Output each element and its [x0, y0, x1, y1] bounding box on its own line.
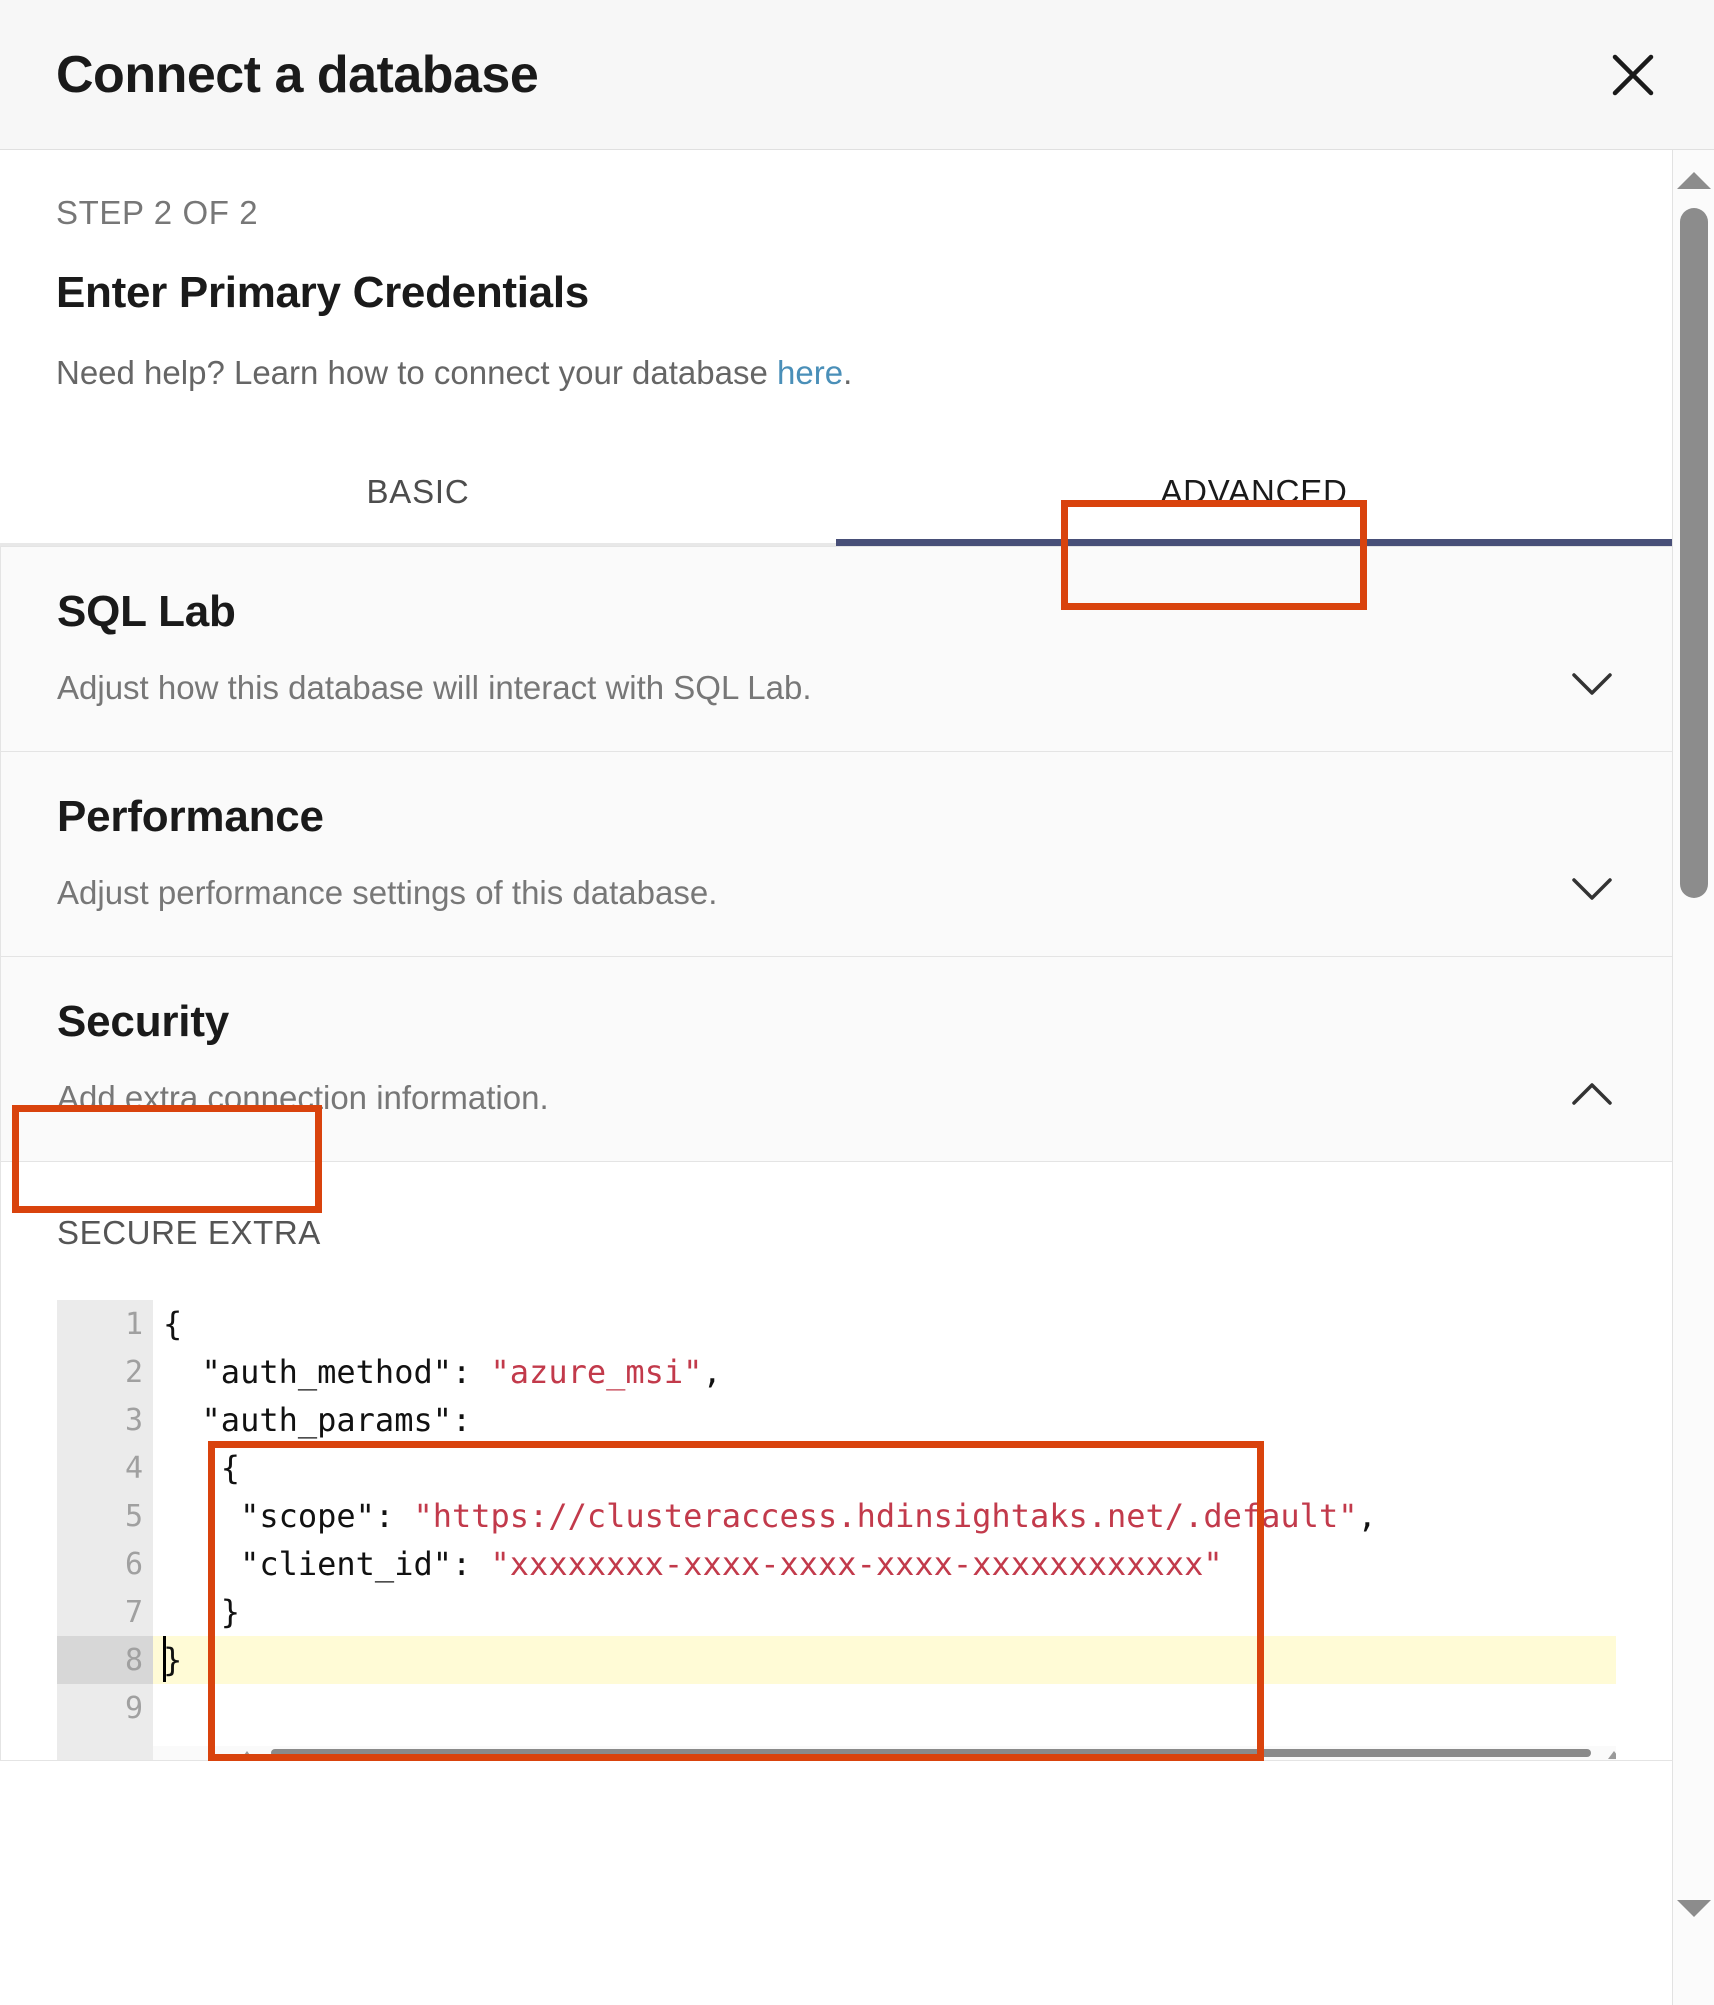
gutter-line-number[interactable]: 7 [57, 1588, 153, 1636]
help-text: Need help? Learn how to connect your dat… [56, 354, 1616, 392]
code-token: , [702, 1353, 721, 1391]
gutter-line-number[interactable]: 6 [57, 1540, 153, 1588]
section-security[interactable]: Security Add extra connection informatio… [0, 957, 1672, 1162]
chevron-down-icon[interactable] [1570, 669, 1614, 699]
code-string-token: "xxxxxxxx-xxxx-xxxx-xxxx-xxxxxxxxxxxx" [491, 1545, 1223, 1583]
text-cursor [163, 1636, 166, 1682]
line-number: 4 [125, 1451, 143, 1486]
section-sql-lab-subtitle: Adjust how this database will interact w… [57, 669, 1616, 707]
editor-hscroll-thumb[interactable] [271, 1749, 1591, 1757]
modal-body: STEP 2 OF 2 Enter Primary Credentials Ne… [0, 150, 1714, 2005]
code-line[interactable]: } [153, 1636, 1616, 1684]
code-string-token: "https://clusteraccess.hdinsightaks.net/… [413, 1497, 1357, 1535]
tab-advanced[interactable]: ADVANCED [836, 438, 1672, 546]
scroll-down-arrow-icon[interactable] [1677, 1900, 1711, 1917]
code-token: "auth_method": [163, 1353, 491, 1391]
gutter-line-number[interactable]: 1 [57, 1300, 153, 1348]
tab-basic[interactable]: BASIC [0, 438, 836, 546]
code-line[interactable]: { [153, 1300, 1616, 1348]
gutter-line-number[interactable]: 5 [57, 1492, 153, 1540]
code-line[interactable] [153, 1684, 1616, 1732]
section-sql-lab[interactable]: SQL Lab Adjust how this database will in… [0, 546, 1672, 752]
vertical-scrollbar-thumb[interactable] [1680, 208, 1708, 898]
help-text-suffix: . [843, 354, 852, 391]
section-security-title: Security [57, 997, 1616, 1047]
section-security-subtitle: Add extra connection information. [57, 1079, 1616, 1117]
close-icon [1607, 49, 1659, 101]
security-panel: SECURE EXTRA 1 2 3 4 5 6 7 8 9 { "auth_method": … [0, 1162, 1672, 1761]
modal-title: Connect a database [56, 49, 538, 101]
code-token: } [163, 1593, 240, 1631]
code-token: "auth_params": [163, 1401, 471, 1439]
code-token: "scope": [163, 1497, 413, 1535]
line-number: 8 [125, 1643, 143, 1678]
gutter-line-number[interactable]: 2 [57, 1348, 153, 1396]
close-button[interactable] [1600, 42, 1666, 108]
tab-active-indicator [836, 539, 1672, 546]
scroll-right-arrow-icon[interactable] [1608, 1751, 1616, 1759]
help-link[interactable]: here [777, 354, 843, 391]
section-performance-title: Performance [57, 792, 1616, 842]
page-title: Enter Primary Credentials [56, 268, 1616, 318]
code-token: , [1357, 1497, 1376, 1535]
credentials-tabs: BASIC ADVANCED [0, 438, 1672, 546]
gutter-line-number[interactable]: 8 [57, 1636, 153, 1684]
code-line[interactable]: "client_id": "xxxxxxxx-xxxx-xxxx-xxxx-xx… [153, 1540, 1616, 1588]
code-line[interactable]: "auth_params": [153, 1396, 1616, 1444]
scroll-left-arrow-icon[interactable] [241, 1751, 253, 1759]
line-number: 5 [125, 1499, 143, 1534]
gutter-line-number[interactable]: 3 [57, 1396, 153, 1444]
code-line[interactable]: "scope": "https://clusteraccess.hdinsigh… [153, 1492, 1616, 1540]
gutter-line-number[interactable]: 4 [57, 1444, 153, 1492]
line-number: 9 [125, 1691, 143, 1726]
step-label: STEP 2 OF 2 [56, 150, 1616, 232]
line-number: 7 [125, 1595, 143, 1630]
code-line[interactable]: } [153, 1588, 1616, 1636]
chevron-up-icon[interactable] [1570, 1079, 1614, 1109]
editor-horizontal-scrollbar[interactable] [153, 1746, 1616, 1760]
editor-code-area[interactable]: { "auth_method": "azure_msi", "auth_para… [153, 1300, 1616, 1760]
code-token: { [163, 1449, 240, 1487]
scroll-up-arrow-icon[interactable] [1677, 172, 1711, 189]
section-performance[interactable]: Performance Adjust performance settings … [0, 752, 1672, 957]
help-text-prefix: Need help? Learn how to connect your dat… [56, 354, 777, 391]
code-token: { [163, 1305, 182, 1343]
line-number: 3 [125, 1403, 143, 1438]
modal-scroll-region: STEP 2 OF 2 Enter Primary Credentials Ne… [0, 150, 1672, 2005]
chevron-down-icon[interactable] [1570, 874, 1614, 904]
gutter-line-number[interactable]: 9 [57, 1684, 153, 1732]
editor-gutter: 1 2 3 4 5 6 7 8 9 [57, 1300, 153, 1760]
secure-extra-label: SECURE EXTRA [57, 1214, 1616, 1252]
modal-header: Connect a database [0, 0, 1714, 150]
line-number: 2 [125, 1355, 143, 1390]
line-number: 6 [125, 1547, 143, 1582]
code-line[interactable]: { [153, 1444, 1616, 1492]
code-string-token: "azure_msi" [491, 1353, 703, 1391]
secure-extra-editor[interactable]: 1 2 3 4 5 6 7 8 9 { "auth_method": "azure_msi", … [57, 1300, 1616, 1760]
section-performance-subtitle: Adjust performance settings of this data… [57, 874, 1616, 912]
modal-vertical-scrollbar[interactable] [1672, 150, 1714, 2005]
wizard-header: STEP 2 OF 2 Enter Primary Credentials Ne… [0, 150, 1672, 392]
code-line[interactable]: "auth_method": "azure_msi", [153, 1348, 1616, 1396]
code-token: "client_id": [163, 1545, 491, 1583]
line-number: 1 [125, 1307, 143, 1342]
section-sql-lab-title: SQL Lab [57, 587, 1616, 637]
